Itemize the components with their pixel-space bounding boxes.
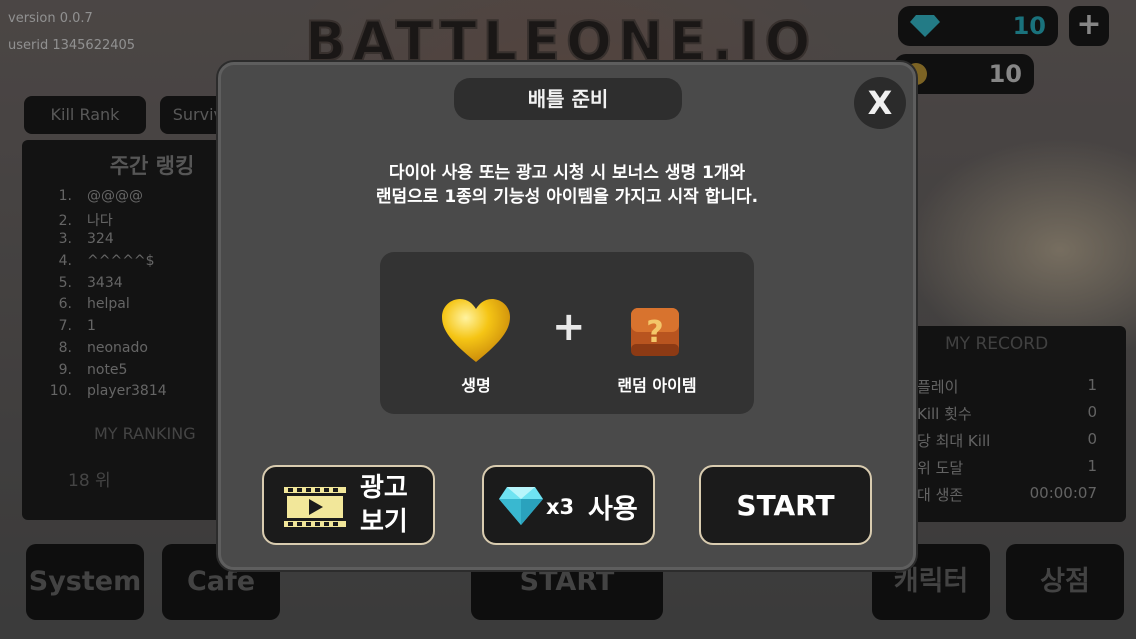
reward-item-label: 랜덤 아이템 bbox=[617, 376, 697, 395]
heart-icon bbox=[442, 299, 510, 362]
svg-text:?: ? bbox=[646, 315, 663, 350]
dialog-description: 다이아 사용 또는 광고 시청 시 보너스 생명 1개와 랜덤으로 1종의 기능… bbox=[375, 163, 759, 207]
film-icon bbox=[284, 487, 346, 527]
watch-ad-button[interactable]: 광고 보기 bbox=[262, 465, 435, 545]
use-label: 사용 bbox=[588, 494, 638, 525]
diamond-icon bbox=[499, 487, 543, 525]
plus-sign: + bbox=[552, 304, 586, 350]
start-button[interactable]: START bbox=[699, 465, 872, 545]
watch-ad-label: 광고 보기 bbox=[360, 473, 408, 537]
use-diamond-button[interactable]: x3 사용 bbox=[482, 465, 655, 545]
reward-box: + ? 생명 랜덤 아이템 bbox=[380, 252, 754, 414]
reward-life-label: 생명 bbox=[461, 376, 491, 395]
battle-prep-dialog: 배틀 준비 X 다이아 사용 또는 광고 시청 시 보너스 생명 1개와 랜덤으… bbox=[218, 62, 916, 570]
dialog-title: 배틀 준비 bbox=[454, 78, 682, 120]
diamond-cost: x3 bbox=[546, 495, 575, 519]
mystery-box-icon: ? bbox=[631, 308, 679, 356]
start-label: START bbox=[736, 489, 835, 522]
close-button[interactable]: X bbox=[854, 77, 906, 129]
